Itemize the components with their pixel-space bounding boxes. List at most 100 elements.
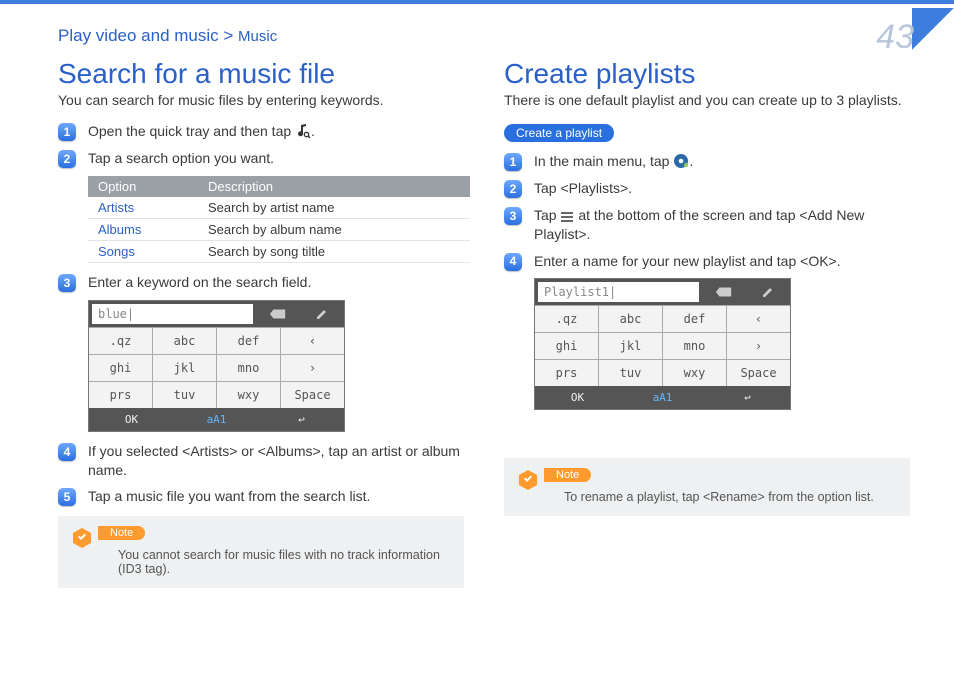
key-ok: OK	[89, 408, 174, 431]
step-badge: 3	[58, 274, 76, 292]
note-box: Note To rename a playlist, tap <Rename> …	[504, 458, 910, 516]
options-table: OptionDescription ArtistsSearch by artis…	[88, 176, 470, 263]
key: ‹	[281, 327, 344, 354]
key: Space	[727, 359, 790, 386]
step-badge: 1	[504, 153, 522, 171]
key: tuv	[153, 381, 217, 408]
key: .qz	[535, 305, 599, 332]
step-2: 2 Tap <Playlists>.	[504, 179, 910, 198]
step-3: 3 Enter a keyword on the search field.	[58, 273, 464, 292]
key: prs	[535, 359, 599, 386]
step-text-tail: .	[689, 153, 693, 169]
key: prs	[89, 381, 153, 408]
return-icon: ↩	[259, 408, 344, 431]
delete-icon	[256, 301, 300, 327]
key-mode: aA1	[174, 408, 259, 431]
key: def	[663, 305, 727, 332]
key: abc	[153, 327, 217, 354]
right-column: Create playlists There is one default pl…	[504, 54, 910, 588]
table-row: SongsSearch by song tiltle	[88, 240, 470, 262]
cell-option: Artists	[88, 197, 198, 219]
table-row: ArtistsSearch by artist name	[88, 197, 470, 219]
step-text: Enter a name for your new playlist and t…	[534, 253, 841, 269]
menu-icon	[560, 211, 574, 223]
step-badge: 2	[504, 180, 522, 198]
step-text: Tap <Playlists>.	[534, 180, 632, 196]
note-box: Note You cannot search for music files w…	[58, 516, 464, 588]
return-icon: ↩	[705, 386, 790, 409]
page-number: 43	[876, 18, 914, 57]
key: .qz	[89, 327, 153, 354]
key: ›	[281, 354, 344, 381]
th-option: Option	[88, 176, 198, 197]
step-badge: 1	[58, 123, 76, 141]
heading-search: Search for a music file	[58, 58, 464, 90]
step-5: 5 Tap a music file you want from the sea…	[58, 487, 464, 506]
step-text: Tap	[534, 207, 560, 223]
note-label: Note	[544, 468, 591, 482]
step-text: Tap a search option you want.	[88, 150, 274, 166]
key: ghi	[535, 332, 599, 359]
key: mno	[217, 354, 281, 381]
lead-playlists: There is one default playlist and you ca…	[504, 92, 910, 108]
delete-icon	[702, 279, 746, 305]
key: tuv	[599, 359, 663, 386]
key: wxy	[663, 359, 727, 386]
step-text-tail: at the bottom of the screen and tap <Add…	[534, 207, 864, 242]
step-4: 4 Enter a name for your new playlist and…	[504, 252, 910, 271]
note-text: To rename a playlist, tap <Rename> from …	[564, 490, 896, 504]
cell-desc: Search by album name	[198, 218, 470, 240]
manual-page: 43 Play video and music > Music Search f…	[0, 0, 954, 674]
step-text: Tap a music file you want from the searc…	[88, 488, 370, 504]
note-cube-icon	[516, 468, 540, 492]
key: abc	[599, 305, 663, 332]
music-disc-icon: +	[673, 153, 689, 169]
music-search-icon	[295, 123, 311, 139]
keypad-input: blue|	[92, 304, 253, 324]
key: jkl	[599, 332, 663, 359]
th-desc: Description	[198, 176, 470, 197]
cell-option: Songs	[88, 240, 198, 262]
note-cube-icon	[70, 526, 94, 550]
pencil-icon	[300, 301, 344, 327]
step-text: In the main menu, tap	[534, 153, 673, 169]
key: wxy	[217, 381, 281, 408]
step-text: If you selected <Artists> or <Albums>, t…	[88, 443, 460, 478]
step-4: 4 If you selected <Artists> or <Albums>,…	[58, 442, 464, 480]
key-mode: aA1	[620, 386, 705, 409]
keypad-illustration: blue| .qzabcdef‹ ghijklmno› prstuvwxySpa…	[88, 300, 345, 432]
pencil-icon	[746, 279, 790, 305]
step-1: 1 In the main menu, tap +.	[504, 152, 910, 171]
keypad-input: Playlist1|	[538, 282, 699, 302]
step-badge: 5	[58, 488, 76, 506]
corner-accent	[912, 8, 954, 50]
breadcrumb-sub: Music	[238, 28, 277, 45]
step-badge: 2	[58, 150, 76, 168]
step-text: Enter a keyword on the search field.	[88, 274, 311, 290]
lead-search: You can search for music files by enteri…	[58, 92, 464, 108]
step-badge: 4	[504, 253, 522, 271]
step-3: 3 Tap at the bottom of the screen and ta…	[504, 206, 910, 244]
key: Space	[281, 381, 344, 408]
table-row: AlbumsSearch by album name	[88, 218, 470, 240]
step-badge: 4	[58, 443, 76, 461]
cell-option: Albums	[88, 218, 198, 240]
cell-desc: Search by song tiltle	[198, 240, 470, 262]
key: jkl	[153, 354, 217, 381]
step-text-tail: .	[311, 123, 315, 139]
key-ok: OK	[535, 386, 620, 409]
left-column: Search for a music file You can search f…	[58, 54, 464, 588]
breadcrumb: Play video and music > Music	[58, 26, 910, 46]
heading-playlists: Create playlists	[504, 58, 910, 90]
step-text: Open the quick tray and then tap	[88, 123, 295, 139]
step-badge: 3	[504, 207, 522, 225]
key: ghi	[89, 354, 153, 381]
cell-desc: Search by artist name	[198, 197, 470, 219]
key: def	[217, 327, 281, 354]
note-label: Note	[98, 526, 145, 540]
breadcrumb-sep: >	[223, 26, 233, 45]
key: mno	[663, 332, 727, 359]
subheading-pill: Create a playlist	[504, 124, 614, 142]
breadcrumb-main: Play video and music	[58, 26, 219, 45]
step-2: 2 Tap a search option you want.	[58, 149, 464, 168]
